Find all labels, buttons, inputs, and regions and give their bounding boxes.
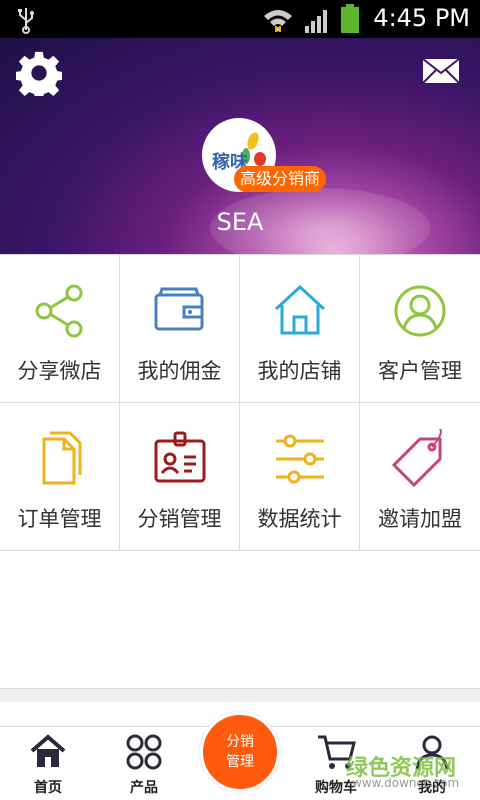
status-bar: 4:45 PM	[0, 0, 480, 38]
gear-icon[interactable]	[16, 50, 62, 96]
menu-item-my-store[interactable]: 我的店铺	[240, 255, 360, 403]
menu-label: 我的佣金	[137, 359, 222, 383]
center-button-line1: 分销	[226, 734, 254, 750]
menu-item-statistics[interactable]: 数据统计	[240, 403, 360, 551]
home-icon	[30, 734, 66, 767]
menu-item-orders[interactable]: 订单管理	[0, 403, 120, 551]
menu-grid: 分享微店 我的佣金 我的店铺 客户管理 订单管理 分销管理 数据统计 邀请加盟	[0, 254, 480, 551]
menu-label: 分享微店	[17, 359, 102, 383]
distribution-manage-button[interactable]: 分销 管理	[200, 712, 280, 792]
menu-item-invite[interactable]: 邀请加盟	[360, 403, 480, 551]
menu-label: 分销管理	[137, 507, 222, 531]
status-time: 4:45 PM	[373, 4, 470, 32]
menu-item-share-shop[interactable]: 分享微店	[0, 255, 120, 403]
home-icon	[274, 284, 325, 335]
id-badge-icon	[154, 431, 205, 483]
username: SEA	[216, 208, 264, 236]
grid-icon	[126, 734, 162, 770]
user-circle-icon	[394, 285, 446, 337]
wallet-icon	[154, 287, 203, 331]
status-badge: 高级分销商	[234, 166, 327, 192]
menu-label: 订单管理	[17, 507, 102, 531]
menu-item-distribution[interactable]: 分销管理	[120, 403, 240, 551]
wifi-icon	[264, 10, 292, 32]
tag-icon	[391, 429, 442, 488]
section-divider	[0, 688, 480, 702]
documents-icon	[42, 431, 81, 485]
menu-label: 邀请加盟	[378, 507, 462, 531]
center-button-line2: 管理	[226, 754, 254, 770]
tab-home[interactable]: 首页	[0, 727, 96, 800]
tab-products[interactable]: 产品	[96, 727, 192, 800]
menu-label: 客户管理	[378, 359, 462, 383]
menu-label: 数据统计	[257, 507, 342, 531]
tab-label: 首页	[34, 780, 62, 796]
battery-icon	[341, 4, 359, 33]
mail-icon[interactable]	[422, 58, 460, 84]
usb-icon	[18, 8, 34, 34]
sliders-icon	[275, 434, 324, 484]
menu-label: 我的店铺	[257, 359, 342, 383]
profile-header: 稼味 高级分销商 SEA	[0, 38, 480, 254]
tab-label: 产品	[130, 780, 158, 796]
signal-icon	[305, 10, 327, 33]
watermark-url: www.downcc.com	[352, 776, 460, 790]
menu-item-commission[interactable]: 我的佣金	[120, 255, 240, 403]
menu-item-customers[interactable]: 客户管理	[360, 255, 480, 403]
share-icon	[35, 284, 82, 338]
